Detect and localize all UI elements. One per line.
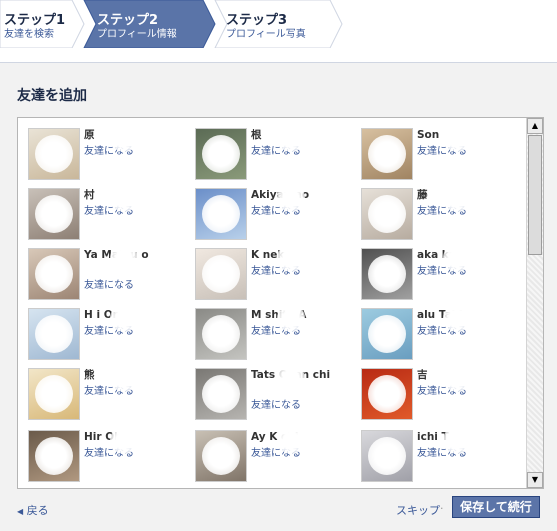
friend-photo[interactable] (28, 248, 80, 300)
name-blur-overlay (110, 124, 138, 152)
photo-blur-overlay (35, 375, 73, 413)
photo-blur-overlay (368, 135, 406, 173)
name-blur-overlay (110, 244, 138, 272)
friend-photo[interactable] (28, 128, 80, 180)
photo-blur-overlay (35, 315, 73, 353)
friend-photo[interactable] (195, 430, 247, 482)
save-and-continue-button[interactable]: 保存して続行 (452, 496, 540, 518)
friend-photo[interactable] (28, 368, 80, 420)
friend-card: 根友達になる (185, 118, 345, 180)
friend-suggestion-list: 原友達になる根友達になるSon友達になる村友達になるAkiyan ao友達になる… (17, 117, 544, 489)
friend-card: M shita A友達になる (185, 298, 345, 360)
name-blur-overlay (443, 304, 471, 332)
back-label: 戻る (26, 504, 49, 517)
name-blur-overlay (277, 304, 305, 332)
name-blur-overlay (443, 426, 471, 454)
friend-card: Tats Oyan chi友達になる (185, 358, 345, 420)
friend-card: Ay K chi 友達になる (185, 420, 345, 482)
name-blur-overlay (110, 364, 138, 392)
photo-blur-overlay (202, 195, 240, 233)
step-1[interactable]: ステップ1 友達を検索 (0, 0, 72, 48)
name-blur-overlay (277, 184, 305, 212)
add-friend-link[interactable]: 友達になる (84, 276, 134, 291)
friend-card: ichi T a 友達になる (351, 420, 511, 482)
friend-photo[interactable] (361, 430, 413, 482)
section-title: 友達を追加 (17, 88, 87, 104)
photo-blur-overlay (202, 437, 240, 475)
friend-photo[interactable] (28, 430, 80, 482)
friend-card: alu Taki 友達になる (351, 298, 511, 360)
name-blur-overlay (110, 304, 138, 332)
photo-blur-overlay (35, 195, 73, 233)
scrollbar-thumb[interactable] (528, 135, 542, 255)
photo-blur-overlay (202, 135, 240, 173)
friend-photo[interactable] (195, 368, 247, 420)
photo-blur-overlay (202, 315, 240, 353)
skip-link[interactable]: スキップ (396, 502, 440, 518)
friend-photo[interactable] (195, 248, 247, 300)
name-blur-overlay (443, 184, 471, 212)
scroll-up-arrow-icon[interactable]: ▲ (527, 118, 543, 134)
step-2-subtitle: プロフィール情報 (97, 29, 177, 40)
friend-photo[interactable] (361, 128, 413, 180)
back-link[interactable]: ◀ 戻る (17, 502, 49, 518)
friend-card: Ya Matsu o友達になる (18, 238, 178, 300)
name-blur-overlay (277, 244, 305, 272)
scroll-down-arrow-icon[interactable]: ▼ (527, 472, 543, 488)
friend-photo[interactable] (28, 308, 80, 360)
photo-blur-overlay (368, 195, 406, 233)
back-arrow-icon: ◀ (17, 507, 24, 516)
friend-card: aka ka 友達になる (351, 238, 511, 300)
name-blur-overlay (277, 426, 305, 454)
friend-card: K neko 友達になる (185, 238, 345, 300)
add-friend-link[interactable]: 友達になる (251, 396, 301, 411)
friend-card: Akiyan ao友達になる (185, 178, 345, 240)
friend-card: 村友達になる (18, 178, 178, 240)
photo-blur-overlay (368, 375, 406, 413)
name-blur-overlay (110, 426, 138, 454)
friend-photo[interactable] (195, 128, 247, 180)
footer-separator: · (440, 502, 444, 515)
name-blur-overlay (443, 364, 471, 392)
step-1-subtitle: 友達を検索 (4, 29, 54, 40)
friend-card: 熊友達になる (18, 358, 178, 420)
friend-card: H i Ono 友達になる (18, 298, 178, 360)
friend-photo[interactable] (361, 368, 413, 420)
friend-grid: 原友達になる根友達になるSon友達になる村友達になるAkiyan ao友達になる… (18, 118, 526, 488)
photo-blur-overlay (202, 375, 240, 413)
name-blur-overlay (277, 364, 305, 392)
photo-blur-overlay (35, 135, 73, 173)
friend-photo[interactable] (195, 188, 247, 240)
friend-card: 吉友達になる (351, 358, 511, 420)
step-progress-header: ステップ1 友達を検索 ステップ2 プロフィール情報 ステップ3 プロフィール写… (0, 0, 557, 48)
friend-photo[interactable] (361, 188, 413, 240)
name-blur-overlay (443, 244, 471, 272)
friend-photo[interactable] (361, 248, 413, 300)
friend-photo[interactable] (28, 188, 80, 240)
name-blur-overlay (443, 124, 471, 152)
step-3-subtitle: プロフィール写真 (226, 29, 306, 40)
friend-photo[interactable] (361, 308, 413, 360)
photo-blur-overlay (35, 437, 73, 475)
friend-card: 藤友達になる (351, 178, 511, 240)
friend-card: Hir Ohy 友達になる (18, 420, 178, 482)
scrollbar[interactable]: ▲ ▼ (526, 118, 543, 488)
friend-photo[interactable] (195, 308, 247, 360)
friend-card: Son 友達になる (351, 118, 511, 180)
name-blur-overlay (277, 124, 305, 152)
friend-card: 原友達になる (18, 118, 178, 180)
photo-blur-overlay (368, 255, 406, 293)
name-blur-overlay (110, 184, 138, 212)
photo-blur-overlay (35, 255, 73, 293)
photo-blur-overlay (368, 437, 406, 475)
photo-blur-overlay (202, 255, 240, 293)
photo-blur-overlay (368, 315, 406, 353)
